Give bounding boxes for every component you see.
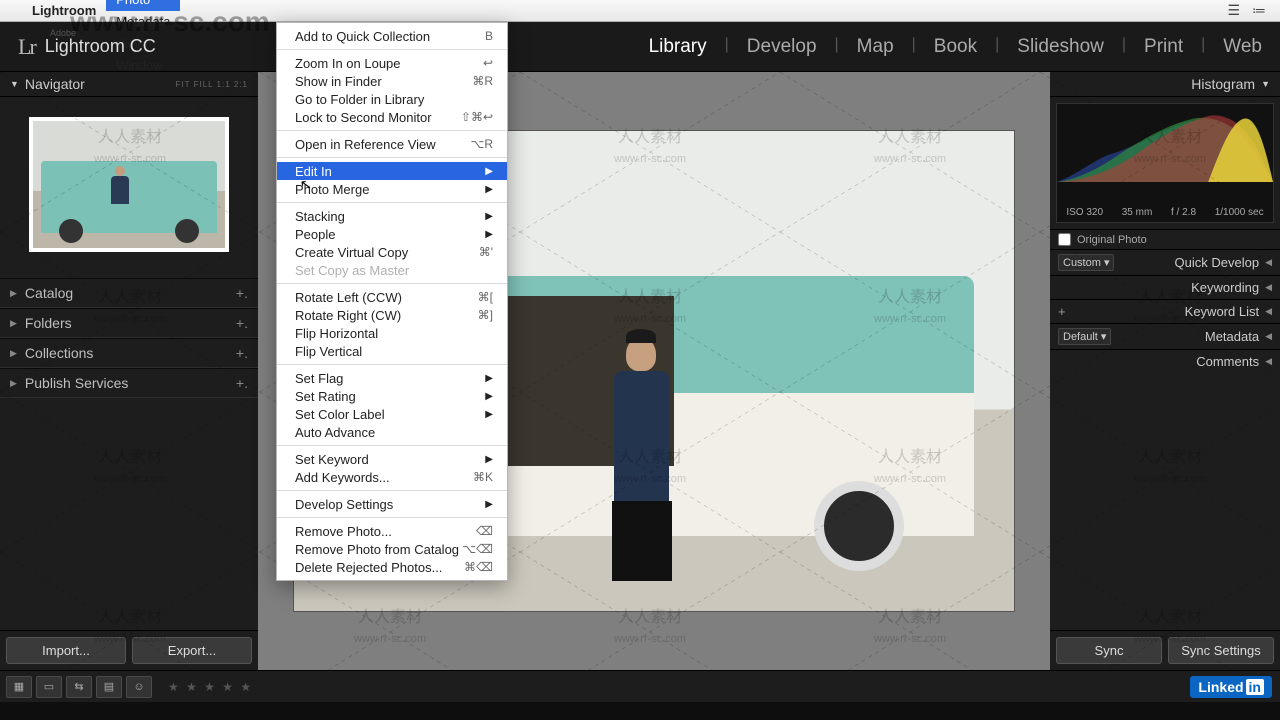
menuitem-edit-in[interactable]: Edit In▶ xyxy=(277,162,507,180)
menuitem-rotate-right-cw-[interactable]: Rotate Right (CW)⌘] xyxy=(277,306,507,324)
people-view-icon[interactable]: ☺ xyxy=(126,676,152,698)
original-photo-checkbox[interactable] xyxy=(1058,233,1071,246)
menuitem-rotate-left-ccw-[interactable]: Rotate Left (CCW)⌘[ xyxy=(277,288,507,306)
section-collections[interactable]: ▶Collections+. xyxy=(0,338,258,368)
comments-header[interactable]: Comments◀ xyxy=(1050,349,1280,373)
menuitem-open-in-reference-view[interactable]: Open in Reference View⌥R xyxy=(277,135,507,153)
menuitem-remove-photo-[interactable]: Remove Photo...⌫ xyxy=(277,522,507,540)
quickdev-preset-select[interactable]: Custom ▾ xyxy=(1058,254,1114,271)
add-keyword-icon[interactable]: + xyxy=(1058,304,1066,319)
right-panel: Histogram ▼ ISO 320 35 mm f / 2.8 1/1000… xyxy=(1050,72,1280,670)
menuitem-add-keywords-[interactable]: Add Keywords...⌘K xyxy=(277,468,507,486)
module-book[interactable]: Book xyxy=(934,36,977,58)
menuitem-stacking[interactable]: Stacking▶ xyxy=(277,207,507,225)
histo-aperture: f / 2.8 xyxy=(1171,207,1196,218)
menuitem-zoom-in-on-loupe[interactable]: Zoom In on Loupe↩ xyxy=(277,54,507,72)
module-library[interactable]: Library xyxy=(649,36,707,58)
linkedin-badge: Linkedin xyxy=(1190,676,1272,698)
section-folders[interactable]: ▶Folders+. xyxy=(0,308,258,338)
menu-metadata[interactable]: Metadata xyxy=(106,11,180,33)
rating-stars[interactable]: ★ ★ ★ ★ ★ xyxy=(168,680,253,694)
section-publish-services[interactable]: ▶Publish Services+. xyxy=(0,368,258,398)
module-map[interactable]: Map xyxy=(857,36,894,58)
keywording-header[interactable]: Keywording◀ xyxy=(1050,275,1280,299)
original-photo-row[interactable]: Original Photo xyxy=(1050,229,1280,249)
app-logo: Lr xyxy=(18,34,35,60)
quick-develop-header[interactable]: Custom ▾ Quick Develop ◀ xyxy=(1050,249,1280,275)
menu-photo[interactable]: Photo xyxy=(106,0,180,11)
sync-button[interactable]: Sync xyxy=(1056,637,1162,664)
module-web[interactable]: Web xyxy=(1223,36,1262,58)
app-name: Lightroom CC xyxy=(45,36,156,57)
navigator-zoom-opts[interactable]: FIT FILL 1:1 2:1 xyxy=(176,80,248,89)
menuitem-set-keyword[interactable]: Set Keyword▶ xyxy=(277,450,507,468)
import-button[interactable]: Import... xyxy=(6,637,126,664)
menuitem-set-rating[interactable]: Set Rating▶ xyxy=(277,387,507,405)
navigator-header[interactable]: ▼ Navigator FIT FILL 1:1 2:1 xyxy=(0,72,258,97)
left-panel: ▼ Navigator FIT FILL 1:1 2:1 ▶Catalog+.▶… xyxy=(0,72,258,670)
module-print[interactable]: Print xyxy=(1144,36,1183,58)
histogram-label: Histogram xyxy=(1191,76,1255,92)
menuitem-flip-horizontal[interactable]: Flip Horizontal xyxy=(277,324,507,342)
section-catalog[interactable]: ▶Catalog+. xyxy=(0,278,258,308)
navigator-preview[interactable] xyxy=(0,97,258,278)
menubar-app-name[interactable]: Lightroom xyxy=(22,3,106,18)
photo-menu-dropdown: Add to Quick CollectionB Zoom In on Loupe… xyxy=(276,22,508,581)
menuitem-set-copy-as-master: Set Copy as Master xyxy=(277,261,507,279)
menuitem-create-virtual-copy[interactable]: Create Virtual Copy⌘' xyxy=(277,243,507,261)
filmstrip[interactable] xyxy=(0,702,1280,720)
menuitem-remove-photo-from-catalog[interactable]: Remove Photo from Catalog⌥⌫ xyxy=(277,540,507,558)
histo-focal: 35 mm xyxy=(1122,207,1153,218)
compare-view-icon[interactable]: ⇆ xyxy=(66,676,92,698)
histogram-header[interactable]: Histogram ▼ xyxy=(1050,72,1280,97)
menuitem-develop-settings[interactable]: Develop Settings▶ xyxy=(277,495,507,513)
menuitem-add-to-quick-collection[interactable]: Add to Quick CollectionB xyxy=(277,27,507,45)
histo-iso: ISO 320 xyxy=(1066,207,1103,218)
histo-shutter: 1/1000 sec xyxy=(1215,207,1264,218)
metadata-preset-select[interactable]: Default ▾ xyxy=(1058,328,1111,345)
toolbar: ▦ ▭ ⇆ ▤ ☺ ★ ★ ★ ★ ★ ▾ xyxy=(0,670,1280,702)
menuitem-set-color-label[interactable]: Set Color Label▶ xyxy=(277,405,507,423)
histogram[interactable]: ISO 320 35 mm f / 2.8 1/1000 sec xyxy=(1056,103,1274,223)
disclosure-icon: ▼ xyxy=(10,79,19,89)
loupe-view-icon[interactable]: ▭ xyxy=(36,676,62,698)
adobe-label: Adobe xyxy=(50,28,76,38)
export-button[interactable]: Export... xyxy=(132,637,252,664)
menuitem-set-flag[interactable]: Set Flag▶ xyxy=(277,369,507,387)
menuitem-go-to-folder-in-library[interactable]: Go to Folder in Library xyxy=(277,90,507,108)
menuitem-lock-to-second-monitor[interactable]: Lock to Second Monitor⇧⌘↩ xyxy=(277,108,507,126)
module-picker: Library|Develop|Map|Book|Slideshow|Print… xyxy=(649,36,1262,58)
sync-settings-button[interactable]: Sync Settings xyxy=(1168,637,1274,664)
menuitem-show-in-finder[interactable]: Show in Finder⌘R xyxy=(277,72,507,90)
disclosure-icon: ▼ xyxy=(1261,79,1270,89)
menuitem-flip-vertical[interactable]: Flip Vertical xyxy=(277,342,507,360)
survey-view-icon[interactable]: ▤ xyxy=(96,676,122,698)
identity-bar: Lr Lightroom CC Adobe Library|Develop|Ma… xyxy=(0,22,1280,72)
menuitem-people[interactable]: People▶ xyxy=(277,225,507,243)
keyword-list-header[interactable]: + Keyword List◀ xyxy=(1050,299,1280,323)
metadata-header[interactable]: Default ▾ Metadata◀ xyxy=(1050,323,1280,349)
macos-menubar: Lightroom FileEditLibraryPhotoMetadataVi… xyxy=(0,0,1280,22)
menubar-right-icons[interactable]: ☰≔ xyxy=(1221,2,1272,19)
navigator-label: Navigator xyxy=(25,76,85,92)
module-slideshow[interactable]: Slideshow xyxy=(1017,36,1104,58)
menuitem-auto-advance[interactable]: Auto Advance xyxy=(277,423,507,441)
original-photo-label: Original Photo xyxy=(1077,234,1147,246)
module-develop[interactable]: Develop xyxy=(747,36,817,58)
grid-view-icon[interactable]: ▦ xyxy=(6,676,32,698)
menuitem-delete-rejected-photos-[interactable]: Delete Rejected Photos...⌘⌫ xyxy=(277,558,507,576)
